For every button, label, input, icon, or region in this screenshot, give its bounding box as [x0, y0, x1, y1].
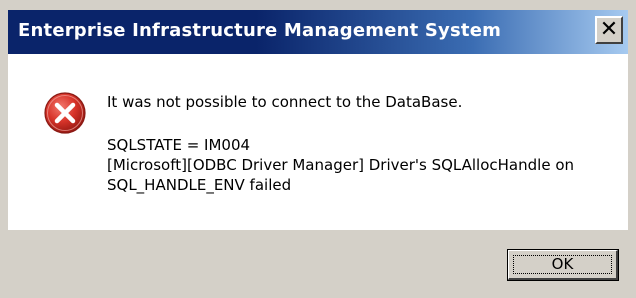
ok-button[interactable]: OK: [507, 249, 619, 281]
dialog-footer: OK: [8, 230, 628, 290]
ok-button-label: OK: [551, 255, 574, 273]
title-bar[interactable]: Enterprise Infrastructure Management Sys…: [8, 10, 628, 54]
error-dialog: Enterprise Infrastructure Management Sys…: [0, 0, 636, 298]
driver-message-line: [Microsoft][ODBC Driver Manager] Driver'…: [107, 156, 574, 174]
close-icon: ✕: [599, 17, 619, 42]
driver-message-line-2: SQL_HANDLE_ENV failed: [107, 176, 292, 194]
error-icon: [44, 92, 86, 134]
dialog-title: Enterprise Infrastructure Management Sys…: [18, 20, 502, 41]
error-message-line: It was not possible to connect to the Da…: [107, 93, 463, 111]
close-button[interactable]: ✕: [595, 16, 623, 44]
dialog-content: It was not possible to connect to the Da…: [8, 54, 628, 230]
sqlstate-line: SQLSTATE = IM004: [107, 136, 251, 154]
